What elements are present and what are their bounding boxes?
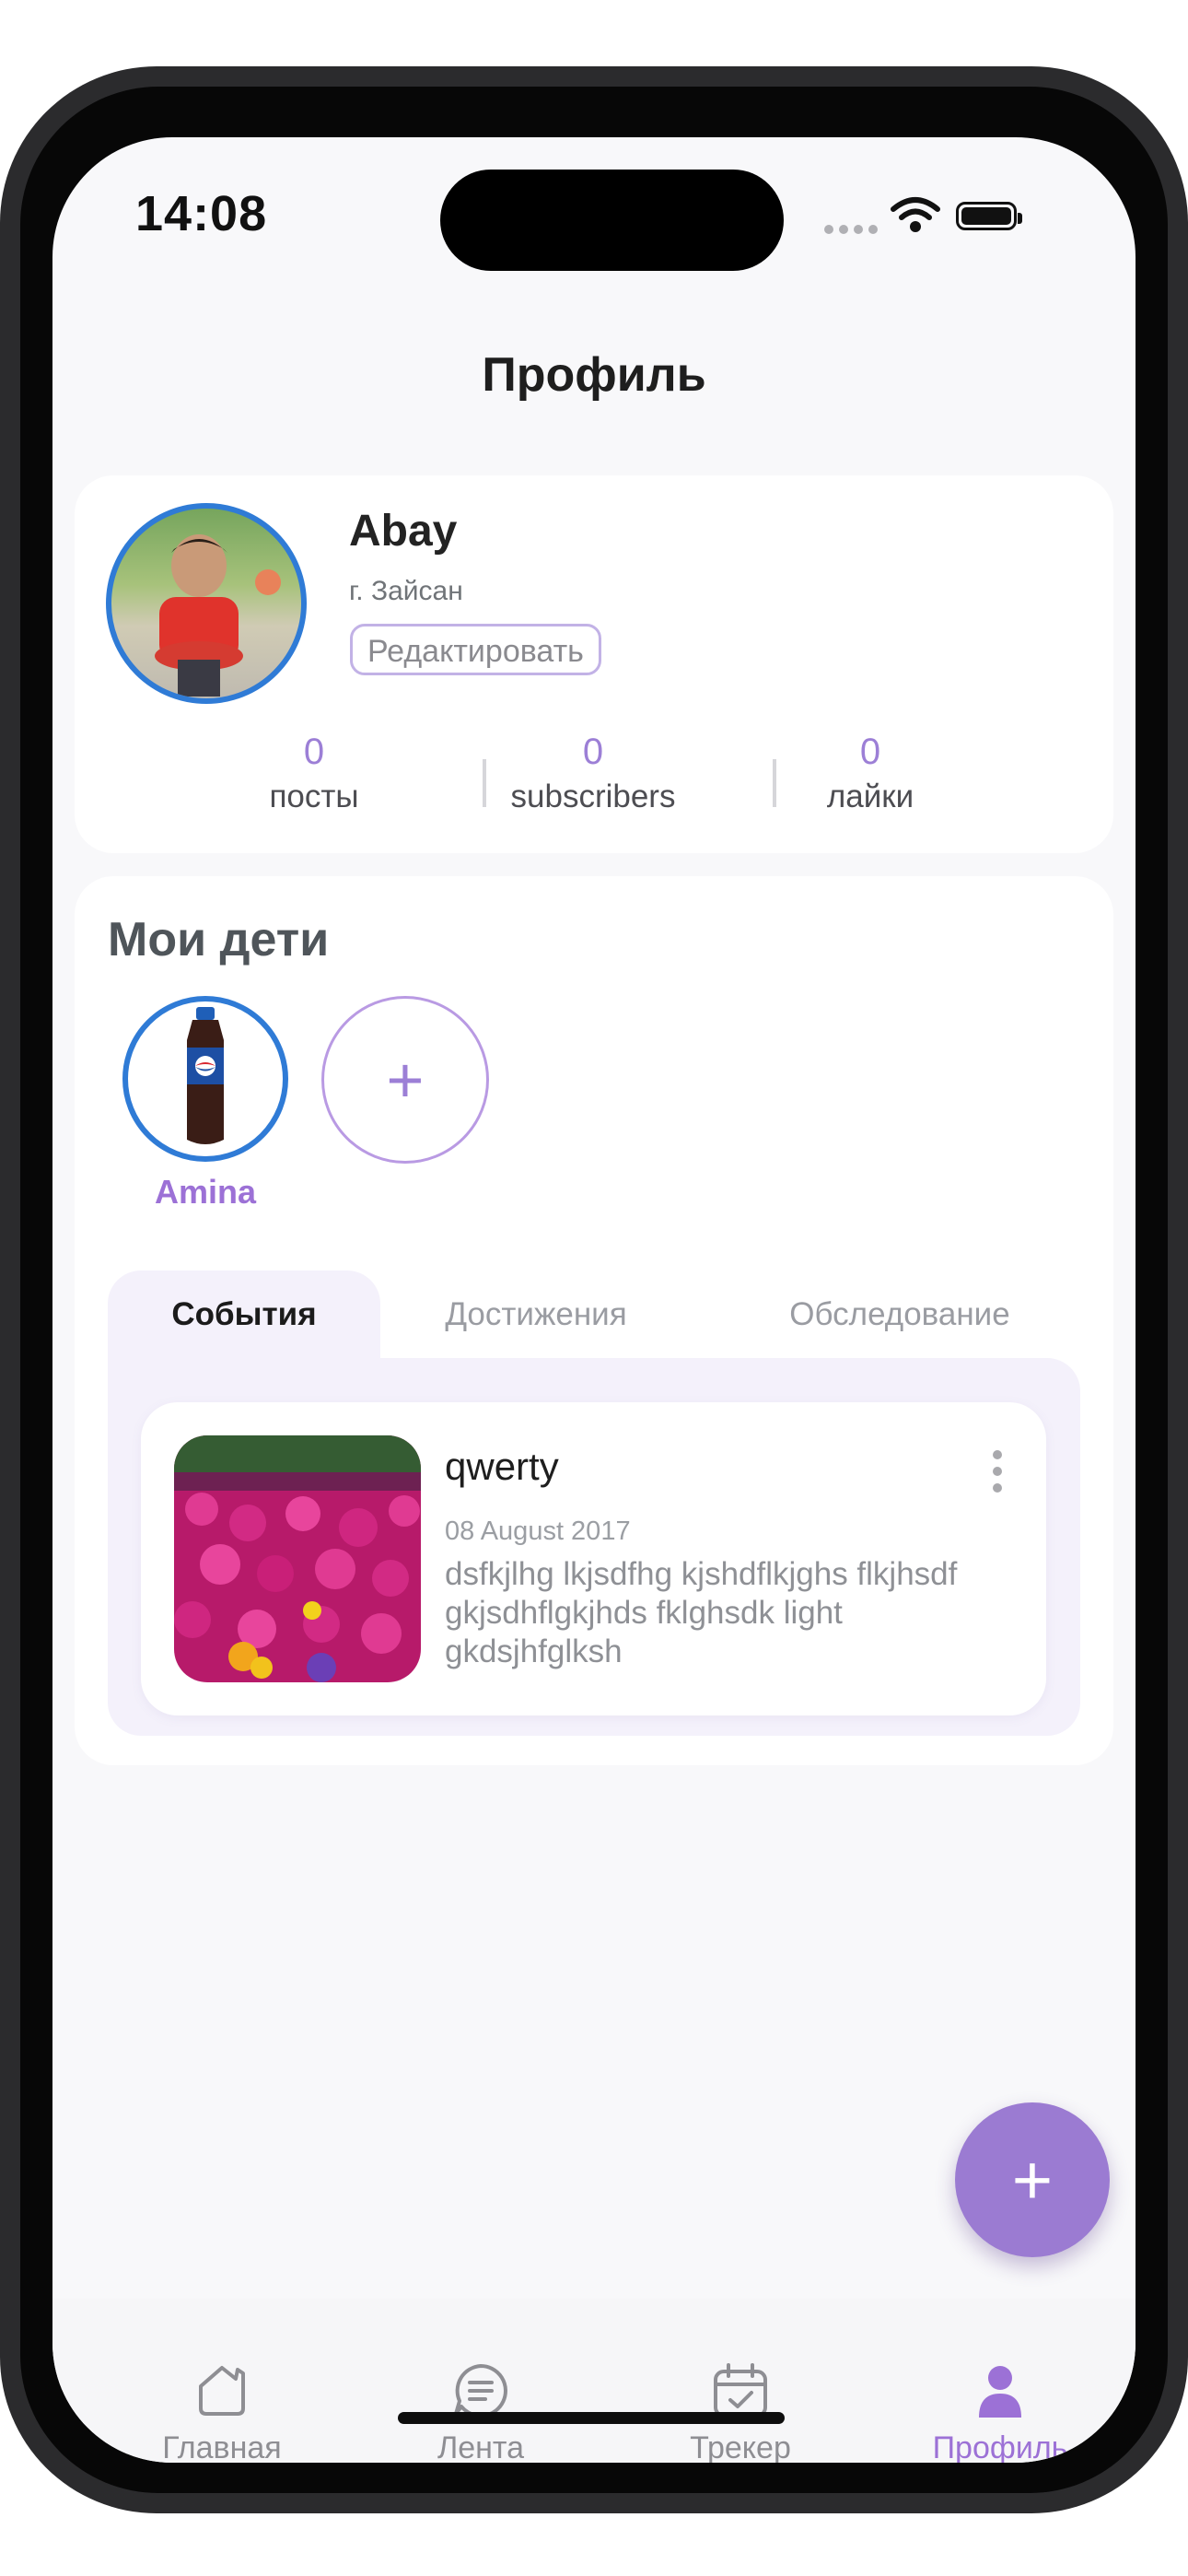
- event-title: qwerty: [445, 1445, 559, 1488]
- stat-divider: [483, 759, 486, 807]
- tab-events[interactable]: События: [108, 1270, 380, 1358]
- stat-posts[interactable]: 0 посты: [213, 732, 415, 815]
- screen: 14:08 Профиль Abay г. Зайсан Редактирова…: [52, 137, 1136, 2463]
- child-name: Amina: [154, 1173, 257, 1211]
- flowers-photo: [174, 1435, 421, 1682]
- wifi-icon: [891, 197, 940, 232]
- nav-label: Главная: [162, 2430, 282, 2463]
- stat-subscribers[interactable]: 0 subscribers: [492, 732, 694, 815]
- event-description: dsfkjlhg lkjsdfhg kjshdflkjghs flkjhsdf …: [445, 1556, 958, 1669]
- nav-home[interactable]: Главная: [130, 2360, 314, 2463]
- page-title: Профиль: [482, 348, 706, 402]
- status-time: 14:08: [135, 186, 268, 241]
- stat-value: 0: [303, 732, 325, 772]
- stat-label: посты: [269, 779, 359, 814]
- add-child-button[interactable]: +: [321, 996, 489, 1164]
- child-photo: [187, 1007, 224, 1144]
- profile-icon: [979, 2366, 1021, 2418]
- nav-label: Профиль: [932, 2430, 1068, 2463]
- kids-title: Мои дети: [108, 913, 330, 966]
- nav-label: Трекер: [690, 2430, 791, 2463]
- edit-profile-button[interactable]: Редактировать: [350, 624, 601, 675]
- child-avatar[interactable]: [122, 996, 288, 1162]
- phone-frame: 14:08 Профиль Abay г. Зайсан Редактирова…: [0, 66, 1188, 2513]
- add-fab-button[interactable]: +: [955, 2102, 1110, 2257]
- more-options-icon[interactable]: [984, 1450, 1011, 1493]
- profile-city: г. Зайсан: [349, 576, 463, 606]
- stat-label: лайки: [826, 779, 914, 814]
- stat-value: 0: [859, 732, 881, 772]
- dynamic-island: [440, 170, 784, 271]
- event-date: 08 August 2017: [445, 1516, 631, 1546]
- signal-icon: [824, 225, 878, 234]
- event-image: [174, 1435, 421, 1682]
- stat-value: 0: [582, 732, 604, 772]
- kids-card: Мои дети Amina + События Достижения Обсл…: [75, 876, 1113, 1765]
- event-card[interactable]: qwerty 08 August 2017 dsfkjlhg lkjsdfhg …: [141, 1402, 1046, 1715]
- avatar-photo: [155, 534, 281, 697]
- nav-label: Лента: [437, 2430, 525, 2463]
- avatar[interactable]: [106, 503, 307, 704]
- profile-name: Abay: [349, 507, 458, 556]
- stat-label: subscribers: [510, 779, 676, 814]
- stat-likes[interactable]: 0 лайки: [769, 732, 972, 815]
- tab-achievements[interactable]: Достижения: [412, 1270, 660, 1358]
- phone-bezel: 14:08 Профиль Abay г. Зайсан Редактирова…: [20, 87, 1168, 2493]
- nav-profile[interactable]: Профиль: [908, 2360, 1092, 2463]
- tab-examination[interactable]: Обследование: [743, 1270, 1056, 1358]
- battery-icon: [956, 202, 1022, 230]
- home-icon: [199, 2366, 245, 2416]
- profile-card: Abay г. Зайсан Редактировать 0 посты 0 s…: [75, 475, 1113, 853]
- home-indicator: [398, 2412, 785, 2424]
- tabs: События Достижения Обследование qwerty 0…: [108, 1270, 1080, 1736]
- events-panel: qwerty 08 August 2017 dsfkjlhg lkjsdfhg …: [108, 1358, 1080, 1736]
